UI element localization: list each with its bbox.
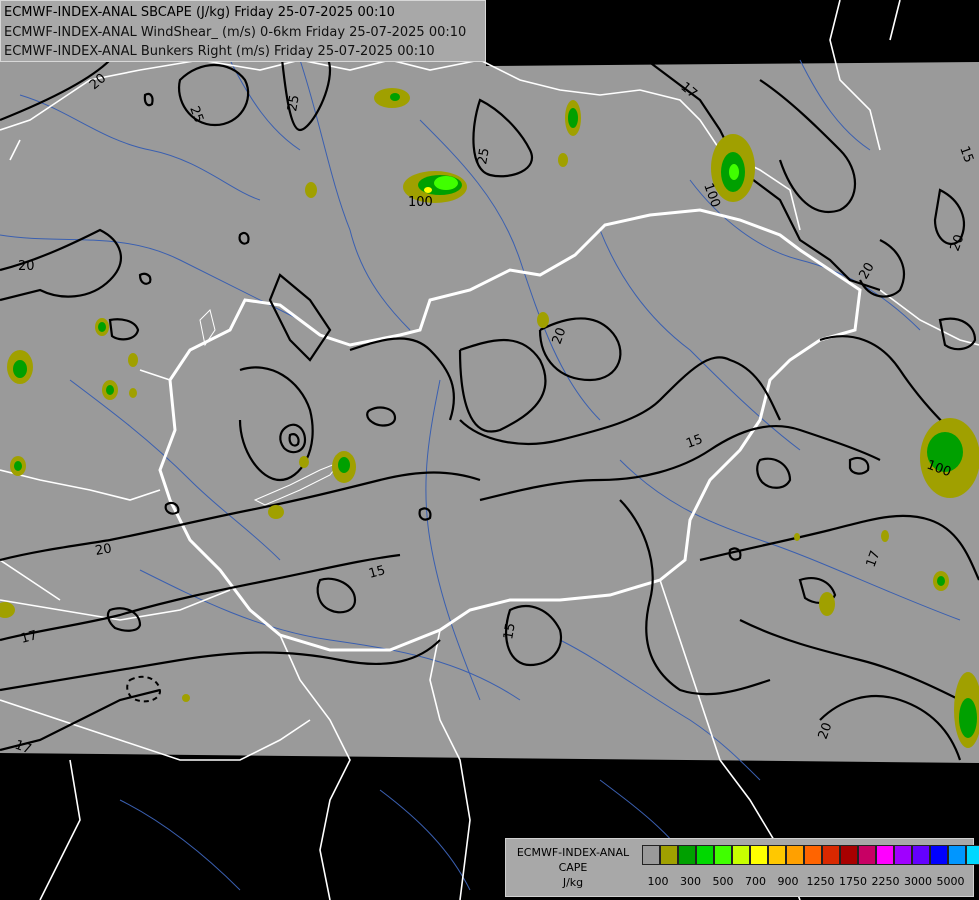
legend-title: ECMWF-INDEX-ANAL CAPE J/kg [506, 845, 640, 890]
map-header: ECMWF-INDEX-ANAL SBCAPE (J/kg) Friday 25… [0, 0, 486, 62]
legend-swatch [768, 845, 786, 865]
legend-swatch [912, 845, 930, 865]
legend-swatch [966, 845, 979, 865]
legend-swatch [840, 845, 858, 865]
legend-tick-label: 700 [745, 875, 766, 888]
legend-color-scale [642, 845, 979, 867]
legend-swatch [660, 845, 678, 865]
legend-tick-label: 2250 [871, 875, 900, 888]
legend-title-variable: CAPE [558, 861, 588, 874]
legend-title-units: J/kg [562, 876, 584, 889]
cape-legend: ECMWF-INDEX-ANAL CAPE J/kg 100 300 500 700 9… [505, 838, 979, 897]
legend-swatch [714, 845, 732, 865]
legend-tick-label: 3000 [904, 875, 932, 888]
legend-swatch [750, 845, 768, 865]
legend-swatch [678, 845, 696, 865]
contour-label: 15 [501, 622, 519, 641]
legend-swatch [642, 845, 660, 865]
contour-label: 20 [94, 541, 113, 559]
contour-label: 20 [18, 259, 35, 274]
legend-tick-label: 5000 [936, 875, 965, 888]
legend-swatch [804, 845, 822, 865]
legend-swatch [858, 845, 876, 865]
header-cape-line: ECMWF-INDEX-ANAL SBCAPE (J/kg) Friday 25… [4, 5, 395, 20]
header-bunkers-line: ECMWF-INDEX-ANAL Bunkers Right (m/s) Fri… [4, 44, 435, 59]
cape-windshear-map: 20 25 25 25 17 15 100 100 20 20 20 20 20… [0, 0, 979, 900]
legend-swatch [696, 845, 714, 865]
contour-label: 25 [285, 94, 303, 113]
legend-title-model: ECMWF-INDEX-ANAL [516, 846, 630, 859]
legend-swatch [876, 845, 894, 865]
contour-label: 100 [408, 195, 433, 210]
legend-tick-label: 900 [777, 875, 799, 888]
legend-swatch [822, 845, 840, 865]
legend-swatch [786, 845, 804, 865]
legend-swatch [732, 845, 750, 865]
legend-swatch [948, 845, 966, 865]
legend-tick-label: 1250 [806, 875, 835, 888]
legend-swatch [894, 845, 912, 865]
legend-tick-labels: 100 300 500 700 900 1250 1750 2250 3000 5000 [646, 875, 971, 889]
legend-tick-label: 1750 [839, 875, 867, 888]
no-data-region [486, 0, 979, 66]
legend-swatch [930, 845, 948, 865]
legend-tick-label: 500 [712, 875, 734, 888]
legend-tick-label: 300 [680, 875, 701, 888]
contour-label: 25 [475, 147, 493, 166]
legend-tick-label: 100 [647, 875, 669, 888]
header-windshear-line: ECMWF-INDEX-ANAL WindShear_ (m/s) 0-6km … [4, 24, 467, 40]
